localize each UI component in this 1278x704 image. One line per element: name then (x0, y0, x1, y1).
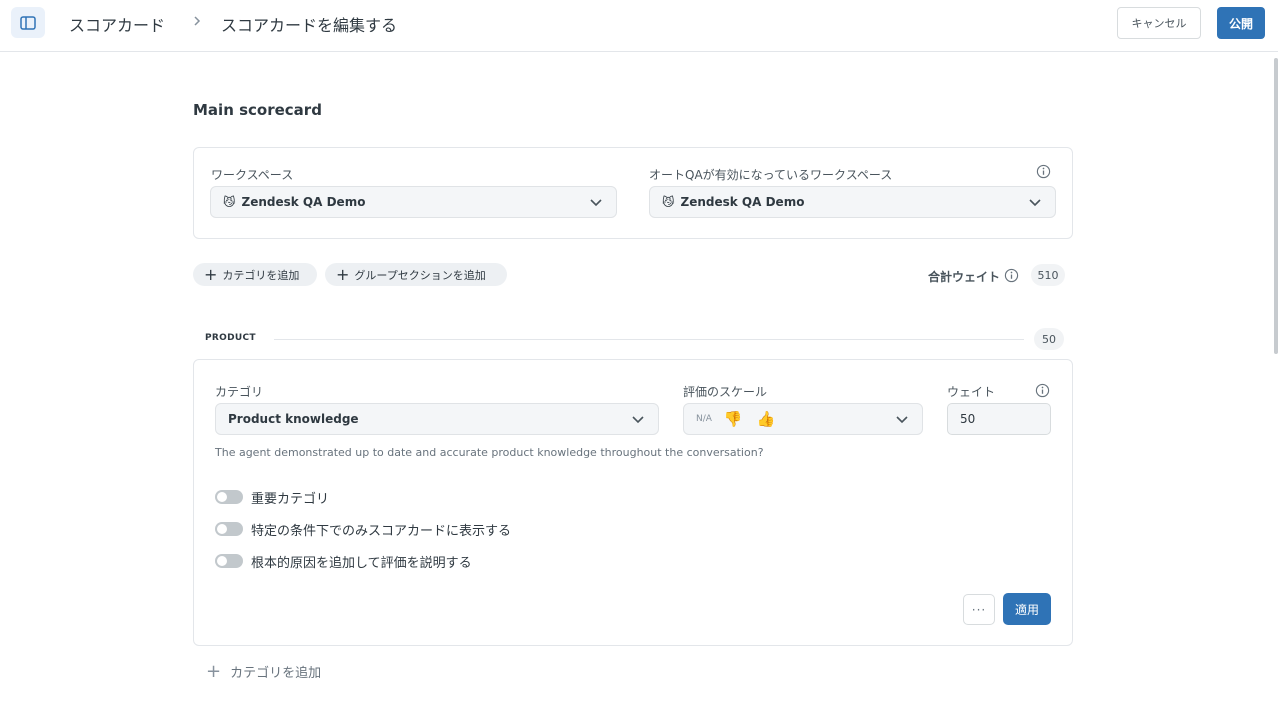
add-category-link-label: カテゴリを追加 (230, 666, 322, 681)
scale-label: 評価のスケール (683, 385, 768, 399)
add-group-section-button[interactable]: + グループセクションを追加 (325, 263, 507, 286)
conditional-display-toggle[interactable] (215, 522, 243, 536)
root-cause-toggle[interactable] (215, 554, 243, 568)
breadcrumb-root[interactable]: スコアカード (69, 12, 165, 36)
section-title: PRODUCT (205, 333, 256, 343)
weight-label: ウェイト (947, 385, 996, 399)
add-category-button[interactable]: + カテゴリを追加 (193, 263, 317, 286)
autoqa-label: オートQAが有効になっているワークスペース (649, 168, 893, 182)
scrollbar[interactable] (1274, 58, 1278, 354)
sidebar-panel-icon (20, 15, 36, 30)
rating-scale-select[interactable]: N/A 👎 👍 (683, 403, 923, 435)
info-icon[interactable] (1036, 164, 1051, 179)
toggle-label: 根本的原因を追加して評価を説明する (251, 555, 472, 571)
workspace-select-value: Zendesk QA Demo (241, 195, 366, 209)
scale-na-label: N/A (696, 414, 712, 424)
category-label: カテゴリ (215, 385, 264, 399)
workspace-label: ワークスペース (211, 168, 294, 182)
page-title: Main scorecard (193, 101, 322, 119)
plus-icon: + (206, 660, 222, 682)
toggle-label: 重要カテゴリ (251, 491, 330, 507)
breadcrumb-current: スコアカードを編集する (221, 16, 398, 35)
add-category-link[interactable]: + カテゴリを追加 (206, 662, 321, 681)
critical-category-toggle[interactable] (215, 490, 243, 504)
chevron-down-icon (632, 416, 644, 424)
toggle-row-conditional[interactable]: 特定の条件下でのみスコアカードに表示する (215, 520, 512, 539)
autoqa-workspace-select[interactable]: 😼 Zendesk QA Demo (649, 186, 1056, 218)
total-weight-badge: 510 (1031, 264, 1065, 286)
total-weight-label: 合計ウェイト (928, 270, 1001, 284)
category-description: The agent demonstrated up to date and ac… (215, 446, 764, 459)
toggle-row-critical[interactable]: 重要カテゴリ (215, 488, 330, 507)
thumbs-down-icon: 👎 (723, 410, 743, 428)
info-icon[interactable] (1004, 268, 1019, 283)
weight-input[interactable]: 50 (947, 403, 1051, 435)
add-group-label: グループセクションを追加 (354, 268, 486, 282)
category-select-value: Product knowledge (228, 412, 359, 426)
more-options-button[interactable]: ··· (963, 594, 995, 625)
publish-button[interactable]: 公開 (1217, 7, 1265, 39)
autoqa-select-value: Zendesk QA Demo (680, 195, 805, 209)
thumbs-up-icon: 👍 (756, 410, 776, 428)
chevron-down-icon (590, 199, 602, 207)
zendesk-logo-icon: 😼 (662, 195, 675, 209)
chevron-down-icon (896, 416, 908, 424)
cancel-button[interactable]: キャンセル (1117, 7, 1201, 39)
category-select[interactable]: Product knowledge (215, 403, 659, 435)
sidebar-toggle-button[interactable] (11, 7, 45, 38)
toggle-row-root-cause[interactable]: 根本的原因を追加して評価を説明する (215, 552, 472, 571)
plus-icon: + (204, 264, 218, 284)
chevron-right-icon (194, 16, 201, 26)
workspace-select[interactable]: 😼 Zendesk QA Demo (210, 186, 617, 218)
section-divider (274, 339, 1024, 340)
plus-icon: + (336, 264, 350, 284)
toggle-label: 特定の条件下でのみスコアカードに表示する (251, 523, 512, 539)
zendesk-logo-icon: 😼 (223, 195, 236, 209)
add-category-label: カテゴリを追加 (222, 268, 300, 282)
chevron-down-icon (1029, 199, 1041, 207)
apply-button[interactable]: 適用 (1003, 593, 1051, 625)
info-icon[interactable] (1035, 383, 1050, 398)
top-bar: スコアカード スコアカードを編集する キャンセル 公開 (0, 0, 1278, 52)
section-weight-badge: 50 (1034, 328, 1064, 350)
